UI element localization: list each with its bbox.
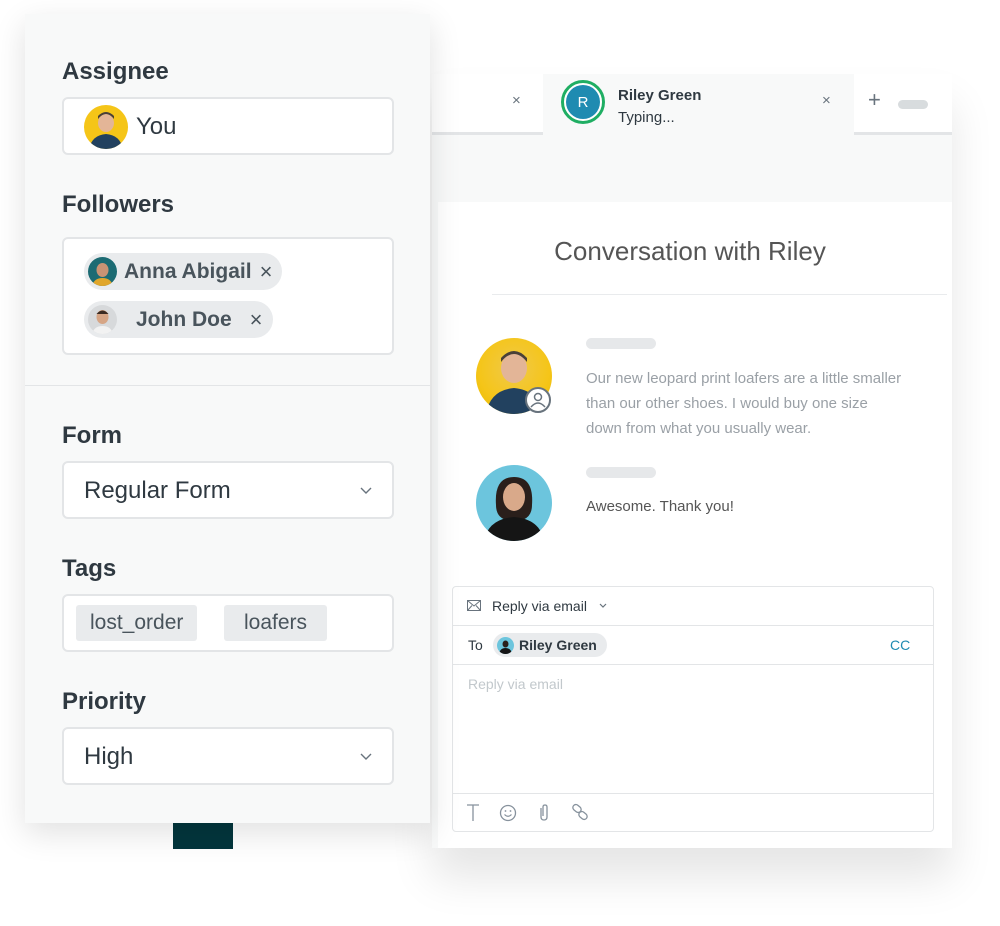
conversation-title: Conversation with Riley — [554, 236, 826, 266]
to-label: To — [468, 637, 483, 653]
attachment-icon[interactable] — [538, 803, 550, 822]
tag-chip[interactable]: lost_order — [76, 605, 198, 641]
close-icon[interactable]: × — [512, 92, 521, 109]
channel-label: Reply via email — [492, 598, 587, 614]
avatar — [84, 105, 128, 149]
cc-link[interactable]: CC — [890, 637, 910, 653]
recipient-name: Riley Green — [519, 637, 597, 653]
reply-composer: Reply via email To Riley Green CC Reply … — [452, 586, 934, 832]
conversation-pane: Conversation with Riley Our new leopard … — [438, 202, 952, 848]
add-tab-icon[interactable]: + — [868, 89, 881, 111]
text-format-icon[interactable] — [467, 804, 479, 821]
typing-status: Typing... — [618, 109, 675, 126]
message-author-placeholder — [586, 467, 656, 478]
divider — [492, 294, 947, 295]
tags-label: Tags — [62, 555, 117, 582]
section-divider — [25, 385, 430, 386]
avatar-initial: R — [566, 85, 600, 119]
tab-previous[interactable]: × — [432, 74, 543, 132]
avatar — [497, 636, 514, 654]
avatar: R — [561, 80, 605, 124]
priority-value: High — [84, 743, 134, 770]
chevron-down-icon — [360, 753, 372, 760]
followers-label: Followers — [62, 191, 175, 218]
follower-chip[interactable]: Anna Abigail × — [84, 253, 283, 290]
customer-avatar — [476, 465, 552, 541]
avatar — [88, 305, 117, 334]
remove-icon[interactable]: × — [250, 307, 263, 333]
tag-chip[interactable]: loafers — [224, 605, 328, 641]
conversation-window: × R Riley Green Typing... × + Conversati… — [432, 74, 952, 848]
reply-input[interactable]: Reply via email — [453, 665, 933, 794]
close-icon[interactable]: × — [822, 92, 831, 109]
tab-riley-green[interactable]: R Riley Green Typing... × — [543, 74, 854, 135]
chevron-down-icon — [360, 487, 372, 494]
composer-toolbar — [453, 794, 933, 831]
followers-field[interactable]: Anna Abigail × John Doe × — [62, 237, 394, 355]
recipient-row: To Riley Green CC — [453, 626, 933, 665]
ticket-properties-panel: Assignee You Followers Anna Abigail × Jo… — [25, 14, 430, 823]
message-author-placeholder — [586, 338, 656, 349]
priority-label: Priority — [62, 688, 147, 715]
tab-name: Riley Green — [618, 87, 702, 104]
assignee-value: You — [136, 113, 177, 140]
assignee-field[interactable]: You — [62, 97, 394, 155]
tags-field[interactable]: lost_order loafers — [62, 594, 394, 652]
link-icon[interactable] — [571, 803, 589, 821]
assignee-label: Assignee — [62, 58, 169, 85]
reply-placeholder: Reply via email — [468, 676, 563, 692]
remove-icon[interactable]: × — [260, 259, 273, 285]
form-label: Form — [62, 422, 122, 449]
follower-chip[interactable]: John Doe × — [84, 301, 273, 338]
brand-block — [173, 823, 233, 849]
message-text: Our new leopard print loafers are a litt… — [586, 370, 902, 437]
chevron-down-icon — [599, 603, 607, 608]
person-photo-icon — [484, 477, 544, 541]
recipient-chip[interactable]: Riley Green — [493, 633, 607, 657]
emoji-icon[interactable] — [499, 804, 517, 822]
channel-selector[interactable]: Reply via email — [453, 587, 933, 626]
form-value: Regular Form — [84, 477, 231, 504]
follower-name: John Doe — [136, 307, 232, 331]
message-text: Awesome. Thank you! — [586, 498, 734, 515]
mail-icon — [467, 600, 481, 611]
agent-badge-icon — [525, 387, 551, 413]
form-select[interactable]: Regular Form — [62, 461, 394, 519]
follower-name: Anna Abigail — [124, 259, 252, 283]
priority-select[interactable]: High — [62, 727, 394, 785]
avatar — [88, 257, 117, 286]
more-tabs-indicator[interactable] — [898, 100, 928, 109]
